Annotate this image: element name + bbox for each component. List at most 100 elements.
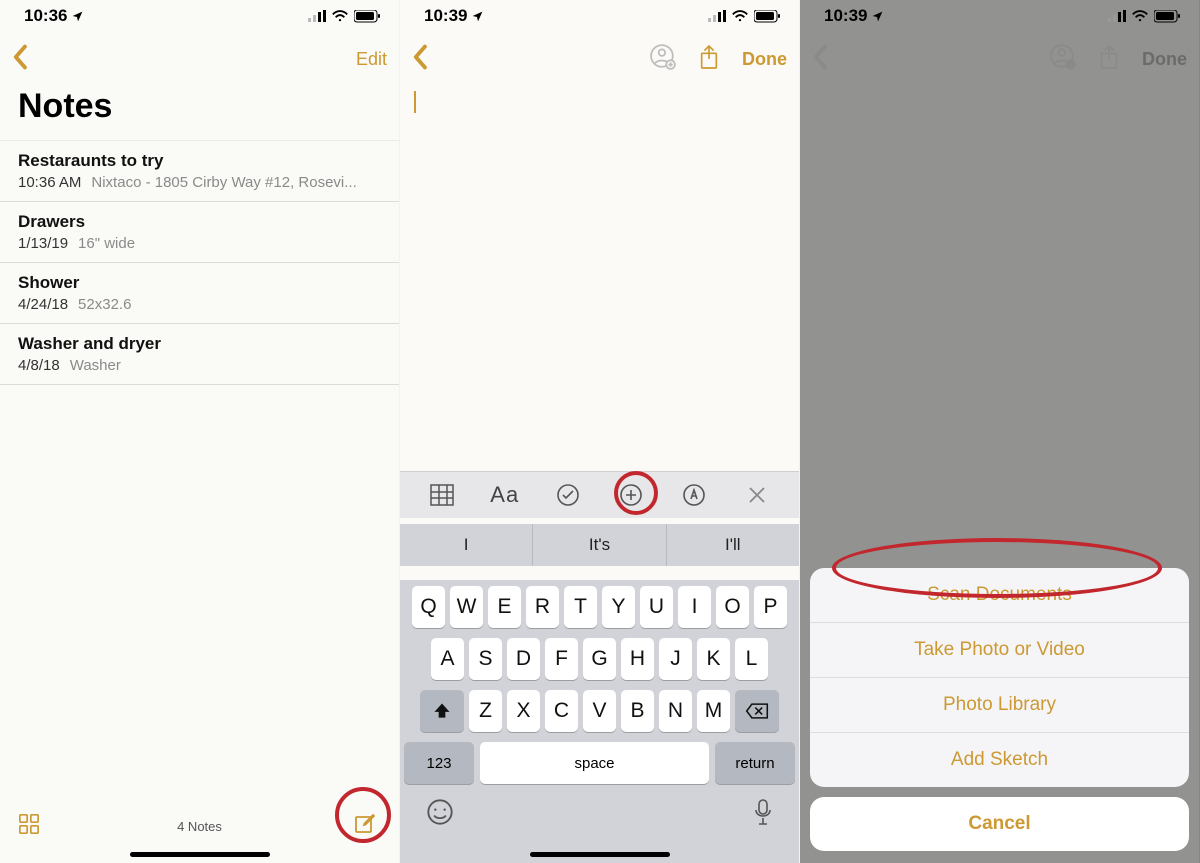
key-o[interactable]: O [716, 586, 749, 628]
key-a[interactable]: A [431, 638, 464, 680]
chevron-left-icon [412, 44, 430, 70]
edit-button[interactable]: Edit [356, 49, 387, 70]
note-subtitle: 4/8/18Washer [18, 357, 381, 374]
note-item[interactable]: Washer and dryer 4/8/18Washer [0, 324, 399, 385]
close-toolbar-button[interactable] [744, 482, 770, 508]
suggestion[interactable]: I [400, 524, 533, 566]
note-time: 1/13/19 [18, 235, 68, 252]
note-time: 10:36 AM [18, 174, 81, 191]
scan-documents-option[interactable]: Scan Documents [810, 568, 1189, 623]
key-u[interactable]: U [640, 586, 673, 628]
back-button[interactable] [12, 44, 30, 75]
plus-circle-icon [619, 483, 643, 507]
note-editor[interactable] [400, 83, 799, 126]
key-n[interactable]: N [659, 690, 692, 732]
add-sketch-option[interactable]: Add Sketch [810, 733, 1189, 787]
note-item[interactable]: Restaraunts to try 10:36 AMNixtaco - 180… [0, 141, 399, 202]
key-z[interactable]: Z [469, 690, 502, 732]
wifi-icon [1131, 10, 1149, 23]
checklist-button[interactable] [555, 482, 581, 508]
note-time: 4/24/18 [18, 296, 68, 313]
key-b[interactable]: B [621, 690, 654, 732]
key-f[interactable]: F [545, 638, 578, 680]
add-attachment-button[interactable] [618, 482, 644, 508]
key-l[interactable]: L [735, 638, 768, 680]
key-m[interactable]: M [697, 690, 730, 732]
collaborate-button [1050, 44, 1076, 75]
note-subtitle: 1/13/19 16" wide [18, 235, 381, 252]
take-photo-video-option[interactable]: Take Photo or Video [810, 623, 1189, 678]
share-button [1098, 44, 1120, 75]
key-c[interactable]: C [545, 690, 578, 732]
page-title: Notes [0, 83, 399, 140]
battery-icon [354, 10, 381, 23]
key-h[interactable]: H [621, 638, 654, 680]
nav-bar: Done [400, 30, 799, 83]
space-key[interactable]: space [480, 742, 709, 784]
keyboard-suggestions: I It's I'll [400, 524, 799, 566]
key-e[interactable]: E [488, 586, 521, 628]
note-item[interactable]: Drawers 1/13/1916" wide [0, 202, 399, 263]
done-button: Done [1142, 49, 1187, 70]
note-subtitle: 10:36 AM Nixtaco - 1805 Cirby Way #12, Ro… [18, 174, 381, 191]
markup-button[interactable] [681, 482, 707, 508]
new-note-button[interactable] [353, 812, 381, 841]
back-button[interactable] [412, 44, 430, 75]
cellular-icon [708, 10, 726, 22]
key-t[interactable]: T [564, 586, 597, 628]
cellular-icon [1108, 10, 1126, 22]
action-sheet: Scan Documents Take Photo or Video Photo… [810, 568, 1189, 851]
note-item[interactable]: Shower 4/24/1852x32.6 [0, 263, 399, 324]
location-arrow-icon [471, 10, 484, 23]
collaborate-button[interactable] [650, 44, 676, 75]
return-key[interactable]: return [715, 742, 795, 784]
key-j[interactable]: J [659, 638, 692, 680]
done-button[interactable]: Done [742, 49, 787, 70]
dictation-key[interactable] [753, 798, 773, 833]
share-button[interactable] [698, 44, 720, 75]
status-icons [708, 10, 781, 23]
shift-key[interactable] [420, 690, 464, 732]
chevron-left-icon [812, 44, 830, 70]
key-q[interactable]: Q [412, 586, 445, 628]
backspace-key[interactable] [735, 690, 779, 732]
status-time-text: 10:39 [824, 6, 867, 26]
format-button[interactable]: Aa [492, 482, 518, 508]
text-cursor [414, 91, 416, 113]
gallery-view-button[interactable] [18, 813, 46, 840]
key-r[interactable]: R [526, 586, 559, 628]
key-y[interactable]: Y [602, 586, 635, 628]
suggestion[interactable]: I'll [667, 524, 799, 566]
table-button[interactable] [429, 482, 455, 508]
key-d[interactable]: D [507, 638, 540, 680]
key-w[interactable]: W [450, 586, 483, 628]
key-s[interactable]: S [469, 638, 502, 680]
status-bar: 10:39 [800, 0, 1199, 30]
person-add-icon [1050, 44, 1076, 70]
key-x[interactable]: X [507, 690, 540, 732]
location-arrow-icon [71, 10, 84, 23]
nav-bar: Done [800, 30, 1199, 83]
note-detail: Nixtaco - 1805 Cirby Way #12, Rosevi... [91, 174, 356, 191]
key-p[interactable]: P [754, 586, 787, 628]
cellular-icon [308, 10, 326, 22]
note-detail: 16" wide [78, 235, 135, 252]
status-bar: 10:39 [400, 0, 799, 30]
note-title: Shower [18, 273, 381, 293]
photo-library-option[interactable]: Photo Library [810, 678, 1189, 733]
key-i[interactable]: I [678, 586, 711, 628]
home-indicator[interactable] [130, 852, 270, 857]
mic-icon [753, 798, 773, 826]
battery-icon [1154, 10, 1181, 23]
key-g[interactable]: G [583, 638, 616, 680]
emoji-key[interactable] [426, 798, 454, 833]
suggestion[interactable]: It's [533, 524, 666, 566]
numbers-key[interactable]: 123 [404, 742, 474, 784]
key-v[interactable]: V [583, 690, 616, 732]
chevron-left-icon [12, 44, 30, 70]
action-sheet-options: Scan Documents Take Photo or Video Photo… [810, 568, 1189, 787]
key-k[interactable]: K [697, 638, 730, 680]
keyboard: QWERTYUIOP ASDFGHJKL ZXCVBNM 123 space r… [400, 580, 799, 863]
cancel-button[interactable]: Cancel [810, 797, 1189, 851]
home-indicator[interactable] [530, 852, 670, 857]
